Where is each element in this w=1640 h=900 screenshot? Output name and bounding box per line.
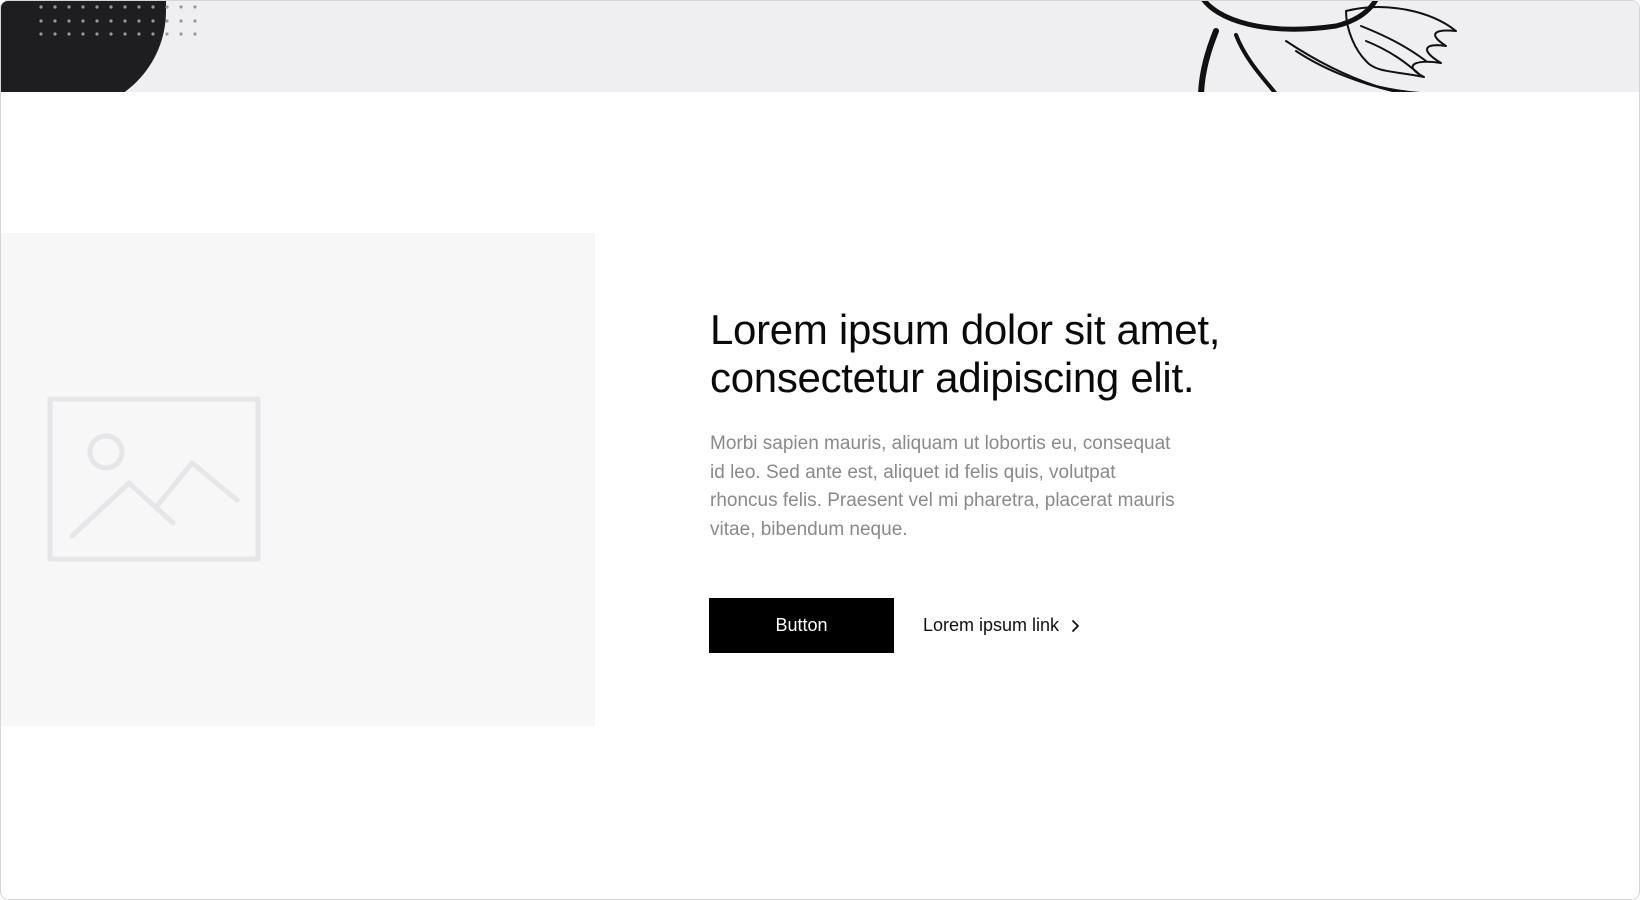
hero-headline-line-2: consectetur adipiscing elit. xyxy=(710,354,1195,401)
hero-content: Lorem ipsum dolor sit amet, consectetur … xyxy=(710,306,1270,544)
media-placeholder xyxy=(1,233,595,726)
cool-doodle-illustration xyxy=(1198,1,1457,92)
hero-headline: Lorem ipsum dolor sit amet, consectetur … xyxy=(710,306,1270,402)
primary-button[interactable]: Button xyxy=(709,598,894,653)
secondary-link-label: Lorem ipsum link xyxy=(923,615,1060,635)
hero-body-text: Morbi sapien mauris, aliquam ut lobortis… xyxy=(710,433,1175,540)
hero-actions: Button Lorem ipsum link xyxy=(709,598,1080,653)
image-placeholder-icon xyxy=(47,396,261,562)
page-frame: Lorem ipsum dolor sit amet, consectetur … xyxy=(0,0,1640,900)
dot-grid-pattern xyxy=(39,5,197,36)
secondary-link[interactable]: Lorem ipsum link xyxy=(923,615,1080,636)
top-banner-strip xyxy=(1,1,1639,92)
chevron-right-icon xyxy=(1072,619,1079,632)
hero-headline-line-1: Lorem ipsum dolor sit amet, xyxy=(710,306,1221,353)
